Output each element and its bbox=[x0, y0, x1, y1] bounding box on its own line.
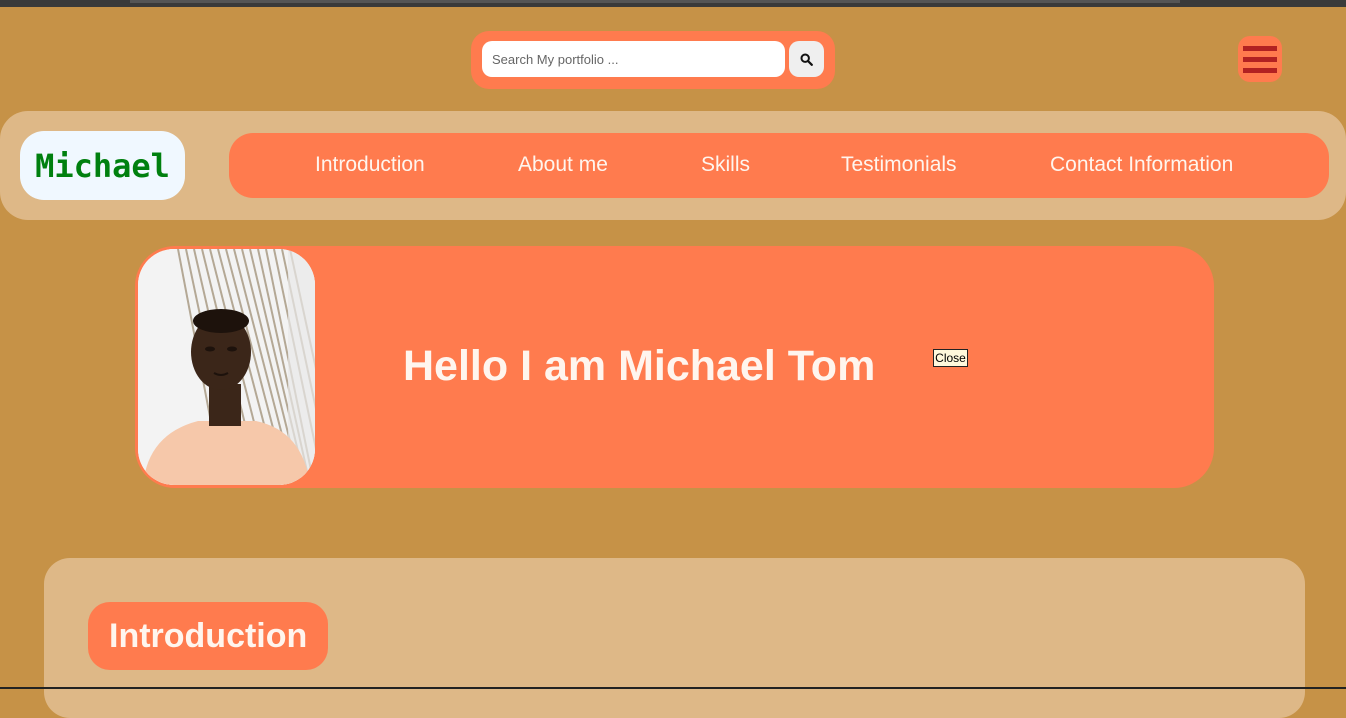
navigation-bar: Michael Introduction About me Skills Tes… bbox=[0, 111, 1346, 220]
nav-link-testimonials[interactable]: Testimonials bbox=[841, 133, 957, 197]
nav-link-contact-information[interactable]: Contact Information bbox=[1050, 133, 1233, 197]
search-button[interactable] bbox=[789, 41, 824, 77]
nav-links: Introduction About me Skills Testimonial… bbox=[229, 133, 1329, 198]
hamburger-menu-icon-bar bbox=[1243, 46, 1277, 51]
hero-title: Hello I am Michael Tom bbox=[403, 342, 876, 390]
introduction-heading: Introduction bbox=[88, 602, 329, 670]
site-logo[interactable]: Michael bbox=[20, 131, 185, 200]
search-icon bbox=[800, 52, 813, 66]
hamburger-menu-icon-bar bbox=[1243, 57, 1277, 62]
window-top-edge bbox=[0, 0, 1346, 7]
nav-link-about-me[interactable]: About me bbox=[518, 133, 608, 197]
nav-link-introduction[interactable]: Introduction bbox=[315, 133, 425, 197]
hero-banner: Hello I am Michael Tom Close bbox=[135, 246, 1214, 488]
hamburger-menu-icon-bar bbox=[1243, 68, 1277, 73]
hamburger-menu-button[interactable] bbox=[1238, 36, 1282, 82]
nav-link-skills[interactable]: Skills bbox=[701, 133, 750, 197]
portrait-photo bbox=[138, 249, 315, 485]
window-top-edge-inner bbox=[130, 0, 1180, 3]
introduction-section: Introduction bbox=[44, 558, 1305, 718]
search-input[interactable] bbox=[482, 41, 785, 77]
close-button[interactable]: Close bbox=[933, 349, 968, 367]
profile-photo bbox=[138, 249, 315, 485]
search-bar bbox=[471, 31, 835, 89]
